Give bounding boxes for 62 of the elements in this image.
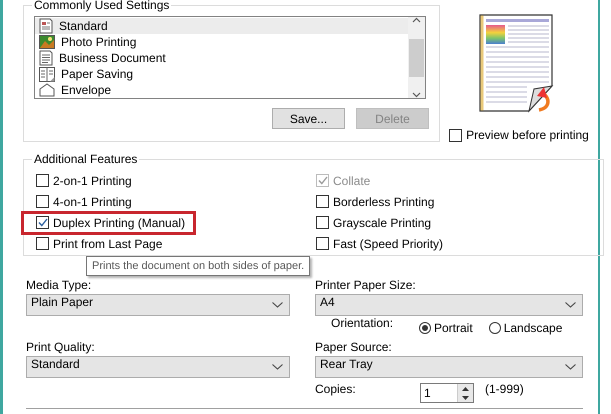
checkbox[interactable] <box>36 237 49 250</box>
checkbox[interactable] <box>316 237 329 250</box>
radio-label: Portrait <box>434 321 473 335</box>
triangle-down-icon <box>462 396 469 400</box>
checkbox[interactable] <box>449 128 462 142</box>
checkbox-label: 4-on-1 Printing <box>53 194 132 208</box>
checkbox[interactable] <box>316 216 329 229</box>
chevron-down-icon <box>272 364 283 370</box>
chevron-down-icon <box>565 364 576 370</box>
checkbox-label: Grayscale Printing <box>333 216 432 230</box>
dropdown[interactable]: Rear Tray <box>315 356 583 378</box>
checkbox-label: Preview before printing <box>466 128 589 142</box>
dropdown[interactable]: A4 <box>315 294 583 316</box>
triangle-up-icon <box>462 386 469 390</box>
decrement-button[interactable] <box>458 393 473 402</box>
landscape-photo-icon <box>39 35 55 49</box>
checkmark-icon <box>38 218 48 227</box>
group-title: Additional Features <box>33 152 138 166</box>
pages-icon <box>39 66 55 82</box>
field-label: Paper Source: <box>315 340 392 354</box>
dropdown[interactable]: Plain Paper <box>26 294 290 316</box>
chevron-down-icon <box>272 302 283 308</box>
checkbox-label: Print from Last Page <box>53 236 162 250</box>
field-label: Orientation: <box>331 316 394 330</box>
list-item[interactable]: Envelope <box>35 82 408 98</box>
checkbox[interactable] <box>36 216 49 229</box>
checkbox-label: Duplex Printing (Manual) <box>53 216 186 230</box>
chevron-down-icon <box>565 302 576 308</box>
settings-list[interactable]: Standard Photo Printing Business Document Paper Saving Envelope <box>34 16 426 99</box>
checkmark-icon <box>318 176 328 185</box>
scroll-down-icon[interactable] <box>412 92 421 98</box>
field-label: Copies: <box>315 382 357 396</box>
document-icon <box>39 18 53 34</box>
radio-button[interactable] <box>419 322 431 334</box>
checkbox-label: Collate <box>333 174 370 188</box>
radio-label: Landscape <box>504 321 562 335</box>
scroll-up-icon[interactable] <box>412 17 421 23</box>
checkbox[interactable] <box>36 195 49 208</box>
list-item[interactable]: Paper Saving <box>35 66 408 82</box>
checkbox-label: Fast (Speed Priority) <box>333 236 444 250</box>
range-hint: (1-999) <box>485 382 524 396</box>
checkbox-label: 2-on-1 Printing <box>53 174 132 188</box>
dropdown[interactable]: Standard <box>26 356 290 378</box>
checkbox-label: Borderless Printing <box>333 194 434 208</box>
list-item[interactable]: Photo Printing <box>35 34 408 50</box>
field-label: Printer Paper Size: <box>315 278 416 292</box>
increment-button[interactable] <box>458 384 473 393</box>
envelope-icon <box>39 83 55 97</box>
document-icon <box>39 50 53 66</box>
field-label: Media Type: <box>26 278 92 292</box>
field-label: Print Quality: <box>26 340 95 354</box>
radio-button[interactable] <box>488 322 501 334</box>
group-title: Commonly Used Settings <box>33 0 170 12</box>
checkbox[interactable] <box>36 174 49 187</box>
checkbox[interactable] <box>316 195 329 208</box>
tooltip: Prints the document on both sides of paper. <box>86 256 310 276</box>
copies-spinner[interactable]: 1 <box>420 383 474 403</box>
save-button[interactable]: Save... <box>272 108 345 129</box>
list-item[interactable]: Standard <box>35 18 408 34</box>
scrollbar[interactable] <box>408 17 425 98</box>
list-item[interactable]: Business Document <box>35 50 408 66</box>
scroll-thumb[interactable] <box>409 38 424 76</box>
